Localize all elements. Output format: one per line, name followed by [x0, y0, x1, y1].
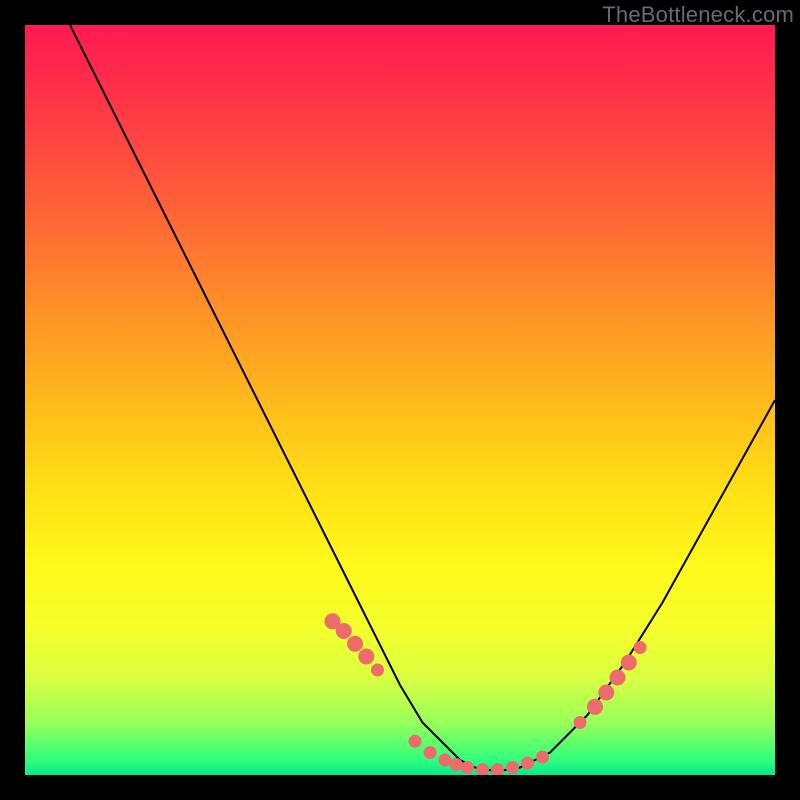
- curve-marker: [521, 757, 534, 770]
- curve-markers: [325, 613, 647, 775]
- chart-svg: [25, 25, 775, 775]
- curve-marker: [610, 670, 626, 686]
- bottleneck-curve: [70, 25, 775, 771]
- watermark-text: TheBottleneck.com: [602, 2, 794, 28]
- curve-marker: [574, 716, 587, 729]
- curve-marker: [336, 623, 352, 639]
- curve-marker: [587, 699, 603, 715]
- curve-marker: [476, 763, 489, 775]
- curve-marker: [347, 636, 363, 652]
- curve-marker: [409, 735, 422, 748]
- curve-marker: [536, 751, 549, 764]
- curve-marker: [491, 763, 504, 775]
- curve-marker: [424, 746, 437, 759]
- chart-plot-area: [25, 25, 775, 775]
- curve-marker: [621, 655, 637, 671]
- curve-marker: [598, 685, 614, 701]
- curve-marker: [450, 758, 463, 771]
- curve-marker: [461, 761, 474, 774]
- curve-marker: [371, 664, 384, 677]
- curve-marker: [634, 641, 647, 654]
- curve-marker: [358, 649, 374, 665]
- curve-marker: [439, 754, 452, 767]
- curve-marker: [506, 761, 519, 774]
